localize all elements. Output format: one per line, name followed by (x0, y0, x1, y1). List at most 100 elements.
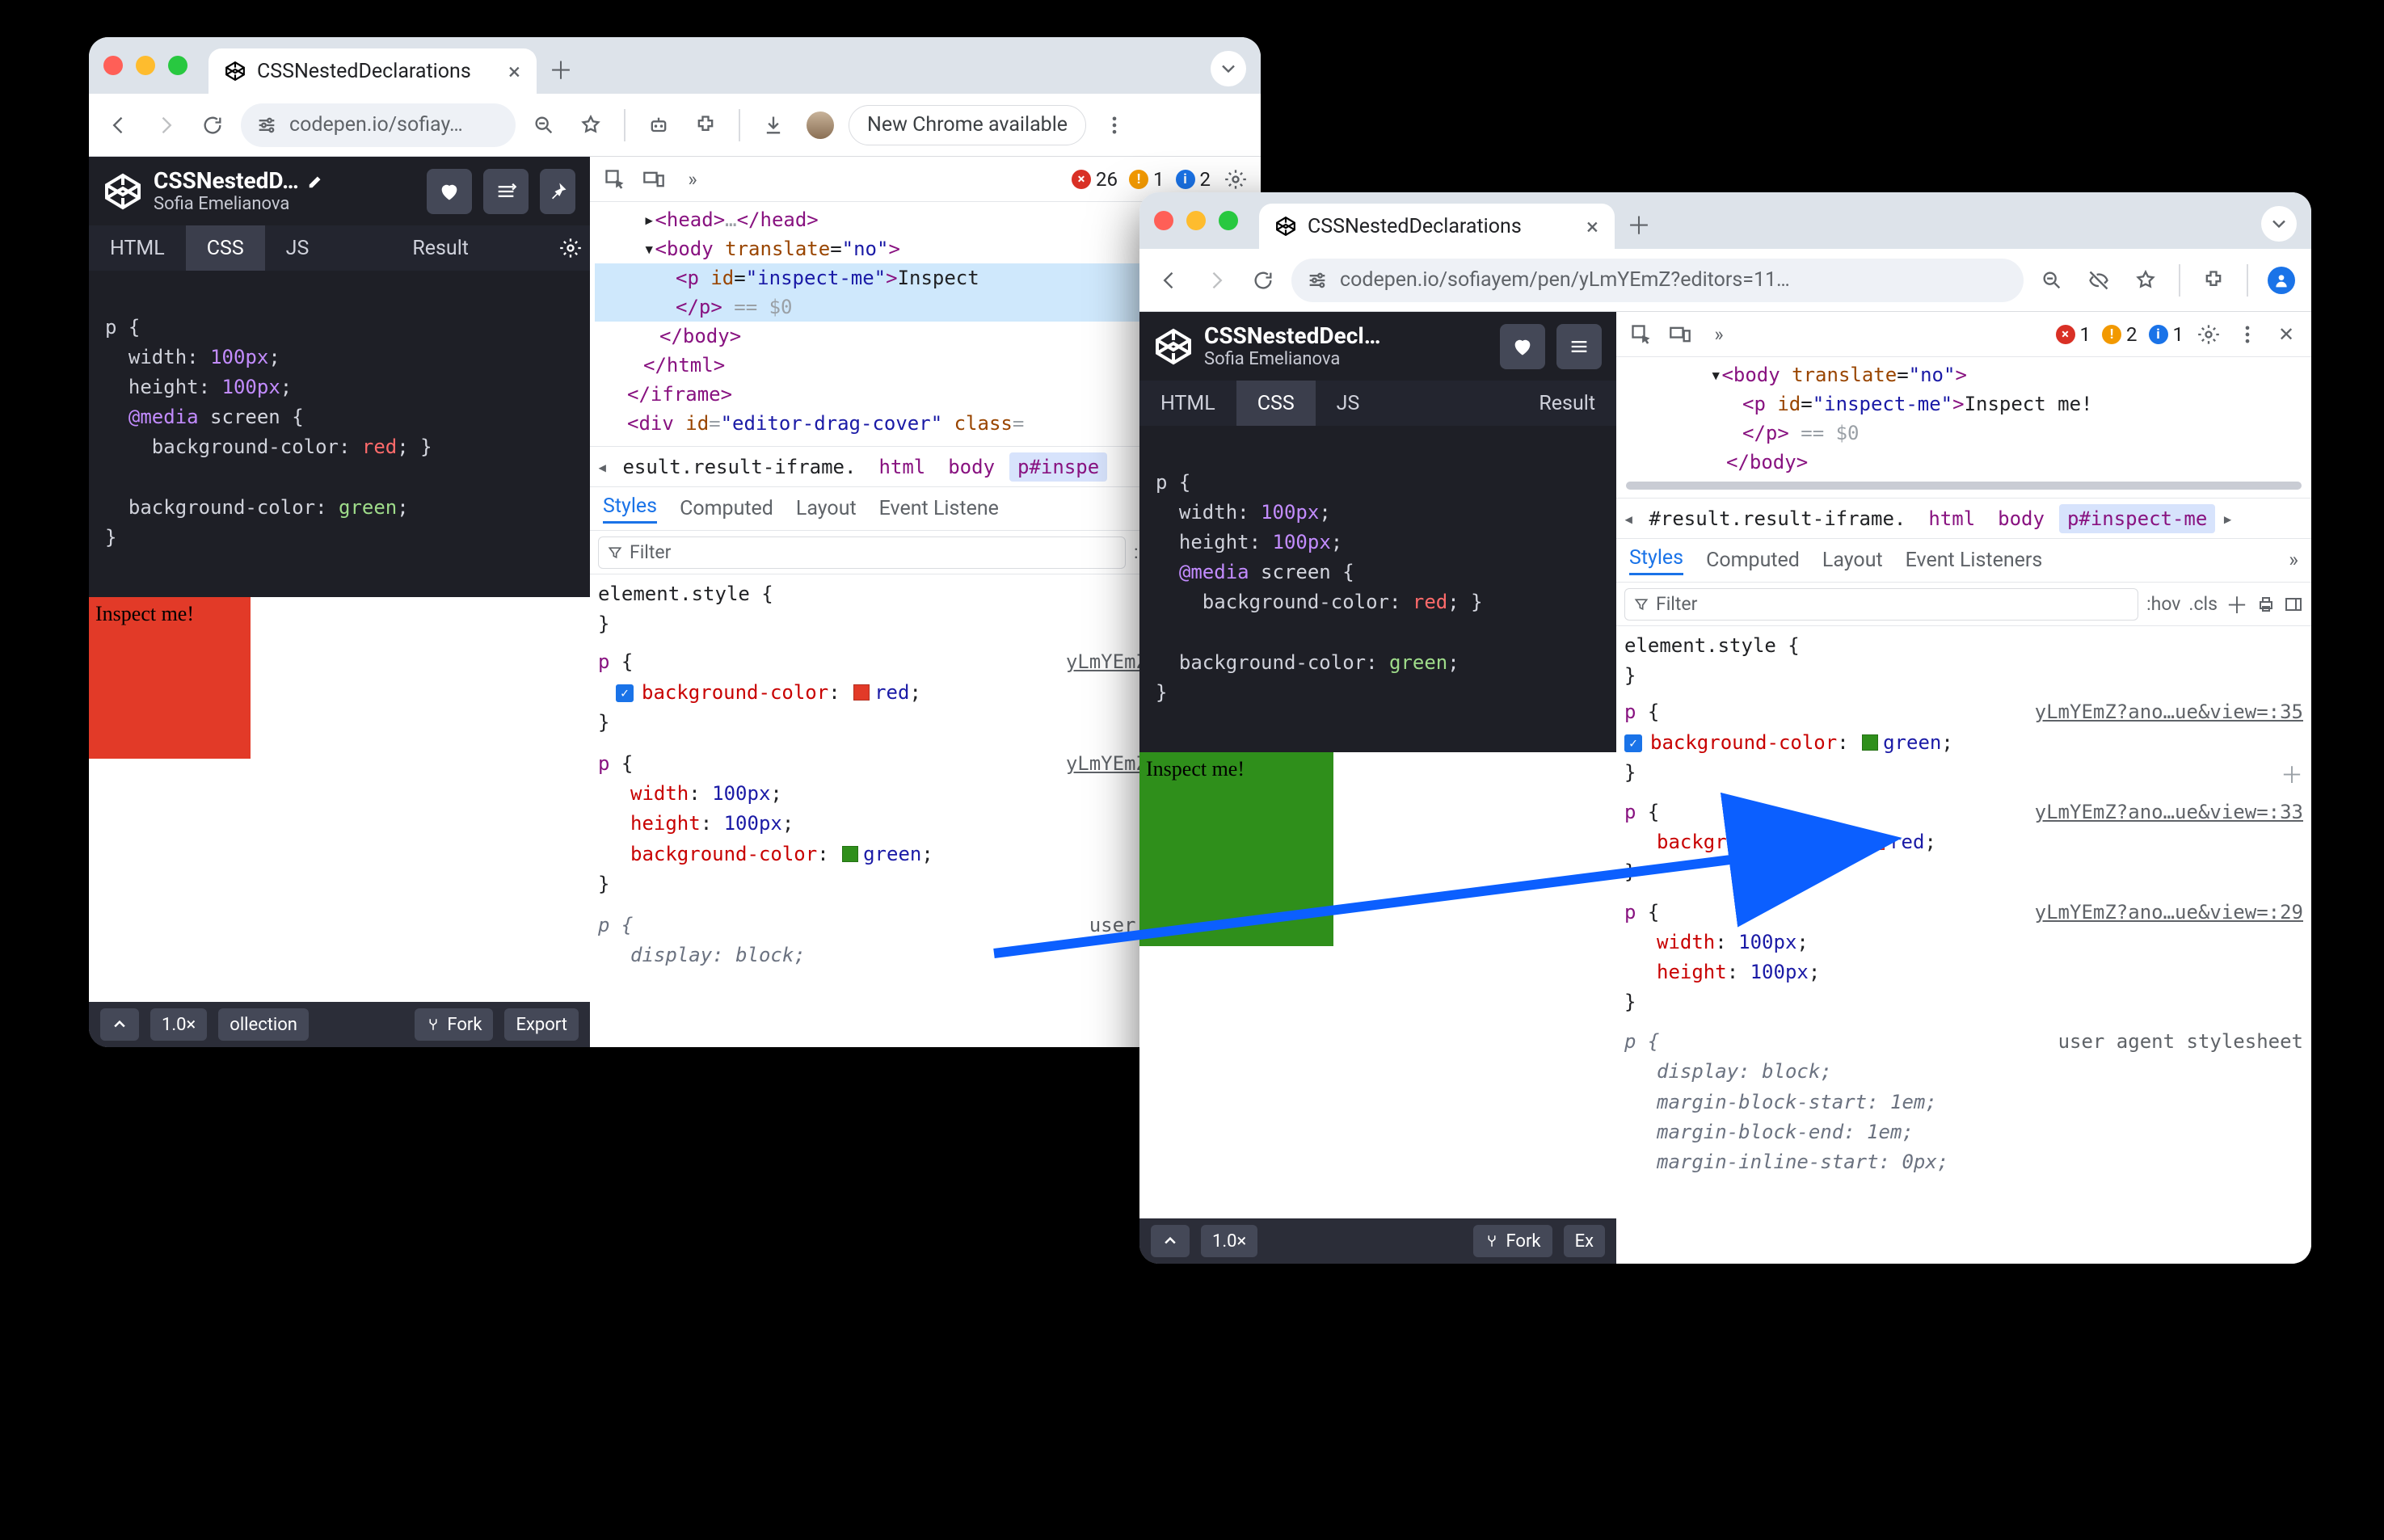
subtab-events[interactable]: Event Listeners (1906, 549, 2043, 572)
crumb-html[interactable]: html (1920, 504, 1983, 533)
forward-button[interactable] (147, 107, 184, 144)
reload-button[interactable] (1245, 262, 1282, 299)
maximize-window-icon[interactable] (168, 56, 187, 75)
profile-button[interactable] (2263, 262, 2300, 299)
css-code[interactable]: p { width: 100px; height: 100px; @media … (1139, 426, 1616, 752)
tab-html[interactable]: HTML (89, 225, 186, 271)
window-menu-button[interactable] (1211, 51, 1246, 86)
tab-result[interactable]: Result (391, 225, 490, 271)
back-button[interactable] (1151, 262, 1188, 299)
extensions-button[interactable] (2195, 262, 2232, 299)
checkbox-icon[interactable]: ✓ (1624, 734, 1642, 752)
zoom-button[interactable]: 1.0× (150, 1008, 207, 1041)
subtab-layout[interactable]: Layout (796, 497, 857, 520)
new-rule-button[interactable]: ＋ (2226, 588, 2248, 621)
minimize-window-icon[interactable] (136, 56, 155, 75)
extensions-button[interactable] (687, 107, 724, 144)
subtab-computed[interactable]: Computed (680, 497, 773, 520)
styles-pane[interactable]: element.style { } p { yLmYEmZ?ano…ue&vie… (1616, 626, 2311, 1264)
settings-button[interactable] (2195, 321, 2222, 348)
print-icon[interactable] (2256, 595, 2276, 614)
address-field[interactable]: codepen.io/sofiay… (241, 103, 516, 147)
crumb-p[interactable]: p#inspe (1009, 452, 1107, 482)
crumb-html[interactable]: html (870, 452, 933, 482)
window-menu-button[interactable] (2261, 206, 2297, 242)
inspect-box[interactable]: Inspect me! (1139, 752, 1333, 946)
export-button[interactable]: Export (504, 1008, 579, 1041)
checkbox-icon[interactable]: ✓ (616, 684, 634, 702)
subtab-overflow[interactable]: » (2289, 549, 2298, 572)
settings-button[interactable] (1222, 166, 1249, 193)
views-button[interactable] (1556, 324, 1602, 369)
console-toggle[interactable] (1151, 1225, 1190, 1257)
crumb-iframe[interactable]: esult.result-iframe. (614, 452, 864, 482)
warning-count[interactable]: !2 (2102, 323, 2138, 346)
fork-button[interactable]: Fork (1473, 1225, 1552, 1257)
color-swatch-red[interactable] (1868, 834, 1885, 850)
css-code[interactable]: p { width: 100px; height: 100px; @media … (89, 271, 590, 597)
crumb-body[interactable]: body (940, 452, 1003, 482)
error-count[interactable]: ×26 (1072, 168, 1118, 191)
close-tab-icon[interactable]: × (1586, 213, 1598, 240)
new-tab-button[interactable]: ＋ (1623, 208, 1655, 240)
tab-html[interactable]: HTML (1139, 381, 1236, 426)
minimize-window-icon[interactable] (1186, 211, 1206, 230)
heart-button[interactable] (1500, 324, 1545, 369)
device-toggle[interactable] (1666, 321, 1694, 348)
info-count[interactable]: i1 (2149, 323, 2184, 346)
fork-button[interactable]: Fork (415, 1008, 493, 1041)
subtab-styles[interactable]: Styles (1629, 546, 1683, 575)
forward-button[interactable] (1198, 262, 1235, 299)
tab-js[interactable]: JS (265, 225, 331, 271)
console-toggle[interactable] (100, 1008, 139, 1041)
reload-button[interactable] (194, 107, 231, 144)
add-property-button[interactable]: ＋ (2281, 758, 2303, 793)
collection-button[interactable]: ollection (218, 1008, 309, 1041)
color-swatch-green[interactable] (1862, 734, 1878, 751)
maximize-window-icon[interactable] (1219, 211, 1238, 230)
panel-icon[interactable] (2284, 595, 2303, 614)
color-swatch-green[interactable] (842, 846, 858, 862)
download-button[interactable] (755, 107, 792, 144)
zoom-indicator[interactable] (2033, 262, 2070, 299)
inspect-element-button[interactable] (1628, 321, 1655, 348)
error-count[interactable]: ×1 (2056, 323, 2091, 346)
device-toggle[interactable] (640, 166, 668, 193)
bookmark-button[interactable] (572, 107, 609, 144)
subtab-events[interactable]: Event Listene (879, 497, 999, 520)
close-devtools-button[interactable]: ✕ (2272, 321, 2300, 348)
new-tab-button[interactable]: ＋ (545, 53, 577, 85)
dom-breadcrumbs[interactable]: ◂ #result.result-iframe. html body p#ins… (1616, 499, 2311, 539)
back-button[interactable] (100, 107, 137, 144)
filter-input[interactable]: Filter (1624, 588, 2138, 621)
tab-result[interactable]: Result (1518, 381, 1616, 426)
settings-button[interactable] (551, 237, 590, 259)
tabs-overflow[interactable]: » (679, 166, 706, 193)
kebab-button[interactable] (2234, 321, 2261, 348)
cls-toggle[interactable]: .cls (2188, 593, 2218, 615)
close-window-icon[interactable] (103, 56, 123, 75)
browser-tab[interactable]: CSSNestedDeclarations × (208, 48, 537, 94)
tab-css[interactable]: CSS (1236, 381, 1316, 426)
profile-button[interactable] (802, 107, 839, 144)
dom-tree[interactable]: ▾<body translate="no"> <p id="inspect-me… (1616, 357, 2311, 499)
views-button[interactable] (483, 169, 529, 214)
pencil-icon[interactable] (307, 172, 325, 190)
inspect-box[interactable]: Inspect me! (89, 597, 251, 759)
inspect-element-button[interactable] (601, 166, 629, 193)
subtab-layout[interactable]: Layout (1822, 549, 1883, 572)
tab-css[interactable]: CSS (186, 225, 265, 271)
close-tab-icon[interactable]: × (508, 58, 520, 85)
tabs-overflow[interactable]: » (1705, 321, 1733, 348)
tab-js[interactable]: JS (1316, 381, 1381, 426)
incognito-icon[interactable] (2080, 262, 2117, 299)
browser-tab[interactable]: CSSNestedDeclarations × (1259, 204, 1615, 249)
subtab-computed[interactable]: Computed (1706, 549, 1800, 572)
crumb-p[interactable]: p#inspect-me (2059, 504, 2215, 533)
pin-button[interactable] (540, 169, 575, 214)
bookmark-button[interactable] (2127, 262, 2164, 299)
color-swatch-red[interactable] (853, 684, 870, 701)
update-chip[interactable]: New Chrome available (849, 105, 1086, 145)
filter-input[interactable]: Filter (598, 536, 1126, 569)
crumb-body[interactable]: body (1990, 504, 2053, 533)
